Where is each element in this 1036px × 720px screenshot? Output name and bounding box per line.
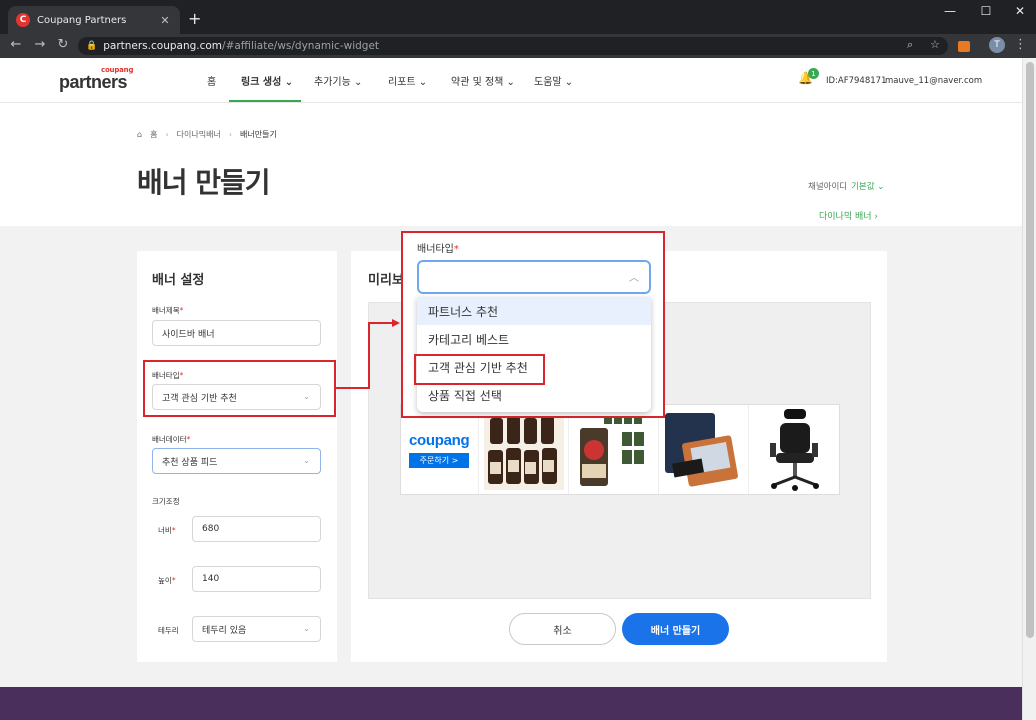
dropdown-select-open[interactable]: ︿ (417, 260, 651, 294)
option-direct-select[interactable]: 상품 직접 선택 (417, 381, 651, 409)
banner-type-dropdown-popup: 배너타입* ︿ 파트너스 추천 카테고리 베스트 고객 관심 기반 추천 상품 … (401, 231, 665, 418)
chevron-up-icon: ︿ (629, 273, 639, 284)
selected-option-annotation-box (414, 354, 545, 385)
dropdown-label: 배너타입* (417, 244, 459, 255)
option-partners-recommend[interactable]: 파트너스 추천 (417, 297, 651, 325)
option-category-best[interactable]: 카테고리 베스트 (417, 325, 651, 353)
